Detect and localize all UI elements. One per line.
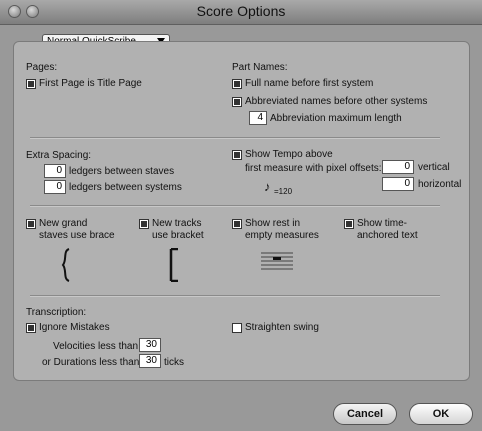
extra-spacing-heading: Extra Spacing: [26,150,92,161]
score-options-window: Score Options Normal QuickScribe Pages: … [0,0,482,431]
straighten-swing-checkbox[interactable] [232,323,242,333]
first-page-title-checkbox[interactable] [26,79,36,89]
durations-field[interactable]: 30 [139,354,161,368]
velocities-field[interactable]: 30 [139,338,161,352]
tempo-vertical-field[interactable]: 0 [382,160,414,174]
show-rest-label-2: empty measures [245,230,319,241]
staves-ledgers-label: ledgers between staves [69,166,175,177]
staves-ledgers-field[interactable]: 0 [44,164,66,178]
bracket-icon [169,248,178,282]
time-anchored-label-2: anchored text [357,230,418,241]
abbrev-names-label: Abbreviated names before other systems [245,96,428,107]
ok-button[interactable]: OK [409,403,473,425]
tempo-sample-label: =120 [274,187,293,196]
time-anchored-text-checkbox[interactable] [344,219,354,229]
full-name-label: Full name before first system [245,78,374,89]
systems-ledgers-label: ledgers between systems [69,182,182,193]
pages-heading: Pages: [26,62,58,73]
separator [30,295,440,297]
grand-staves-brace-checkbox[interactable] [26,219,36,229]
first-measure-label: first measure with pixel offsets: [245,163,382,174]
abbrev-names-checkbox[interactable] [232,97,242,107]
full-name-checkbox[interactable] [232,79,242,89]
first-page-title-label: First Page is Title Page [39,78,142,89]
tempo-horizontal-label: horizontal [418,179,462,190]
show-rest-checkbox[interactable] [232,219,242,229]
show-tempo-checkbox[interactable] [232,150,242,160]
durations-label: or Durations less than [42,357,140,368]
show-tempo-label: Show Tempo above [245,149,333,160]
rest-measure-icon [261,252,293,270]
part-names-heading: Part Names: [232,62,288,73]
tracks-bracket-label-2: use bracket [152,230,204,241]
straighten-swing-label: Straighten swing [245,322,319,333]
separator [30,205,440,207]
show-rest-label-1: Show rest in [245,218,301,229]
abbrev-max-length-field[interactable]: 4 [249,111,267,125]
brace-icon [61,248,70,282]
grand-staves-label-1: New grand [39,218,88,229]
eighth-note-icon: ♪ [264,179,271,194]
separator [30,137,440,139]
grand-staves-label-2: staves use brace [39,230,115,241]
velocities-label: Velocities less than [53,341,139,352]
tracks-bracket-label-1: New tracks [152,218,202,229]
transcription-heading: Transcription: [26,307,87,318]
title-bar[interactable]: Score Options [0,0,482,25]
window-title: Score Options [196,3,286,19]
ticks-label: ticks [164,357,184,368]
cancel-button[interactable]: Cancel [333,403,397,425]
systems-ledgers-field[interactable]: 0 [44,180,66,194]
tracks-bracket-checkbox[interactable] [139,219,149,229]
abbrev-max-length-label: Abbreviation maximum length [270,113,402,124]
tempo-horizontal-field[interactable]: 0 [382,177,414,191]
time-anchored-label-1: Show time- [357,218,408,229]
ignore-mistakes-label: Ignore Mistakes [39,322,110,333]
ignore-mistakes-checkbox[interactable] [26,323,36,333]
tempo-vertical-label: vertical [418,162,450,173]
